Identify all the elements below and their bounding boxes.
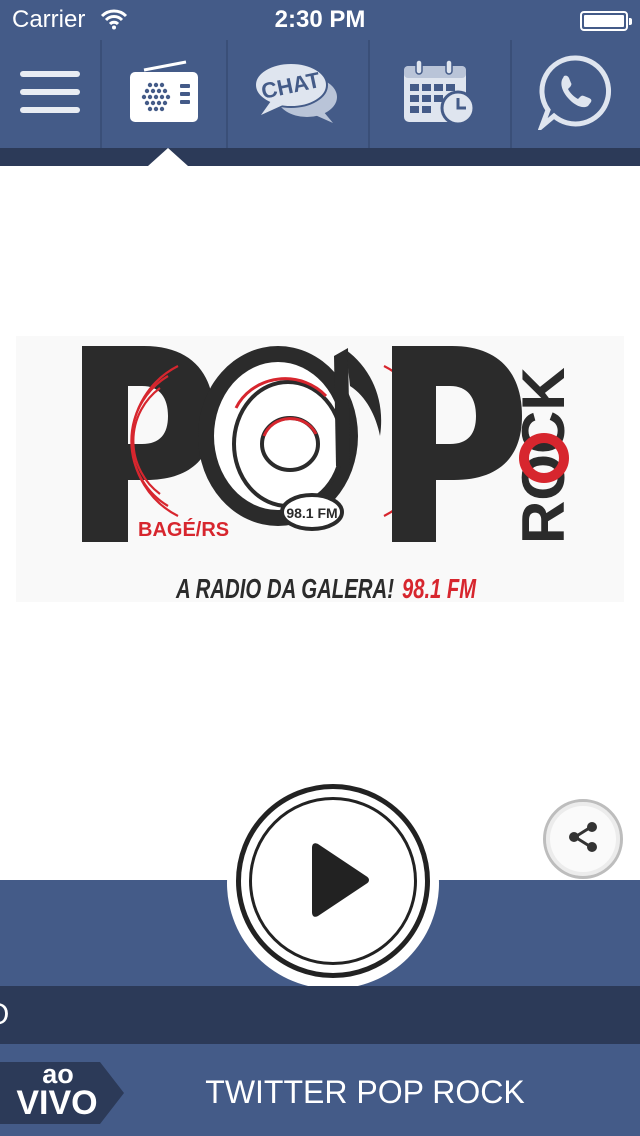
radio-tab[interactable] <box>102 40 226 148</box>
share-button[interactable] <box>543 799 623 879</box>
battery-icon <box>580 11 632 31</box>
radio-icon <box>128 60 200 129</box>
calendar-icon <box>402 58 478 131</box>
chat-icon: CHAT <box>253 57 343 132</box>
ticker-text: O <box>0 998 9 1032</box>
logo-city: BAGÉ/RS <box>138 518 229 541</box>
station-logo: 98.1 FM ROCK BAGÉ/RS A RADIO DA GALERA! … <box>16 336 624 604</box>
live-badge: ao VIVO <box>0 1059 124 1124</box>
toolbar-underline <box>0 148 640 166</box>
top-toolbar: CHAT <box>0 40 640 148</box>
logo-slogan: A RADIO DA GALERA! <box>175 573 394 602</box>
footer-bar: ao VIVO TWITTER POP ROCK <box>0 1044 640 1136</box>
menu-icon <box>18 67 82 122</box>
now-playing-ticker: O <box>0 986 640 1044</box>
whatsapp-icon <box>536 54 614 135</box>
schedule-tab[interactable] <box>370 40 510 148</box>
chat-tab[interactable]: CHAT <box>228 40 368 148</box>
share-icon <box>565 819 601 860</box>
whatsapp-tab[interactable] <box>512 40 640 148</box>
live-badge-ao: ao <box>42 1059 74 1089</box>
status-bar: Carrier 2:30 PM <box>0 0 640 40</box>
play-icon[interactable] <box>312 840 370 925</box>
clock: 2:30 PM <box>274 6 366 33</box>
live-badge-vivo: VIVO <box>16 1084 98 1122</box>
active-tab-pointer <box>148 148 188 166</box>
logo-slogan-frequency: 98.1 FM <box>402 573 476 602</box>
logo-frequency-badge: 98.1 FM <box>286 505 337 521</box>
menu-button[interactable] <box>0 40 100 148</box>
footer-title: TWITTER POP ROCK <box>205 1074 525 1110</box>
